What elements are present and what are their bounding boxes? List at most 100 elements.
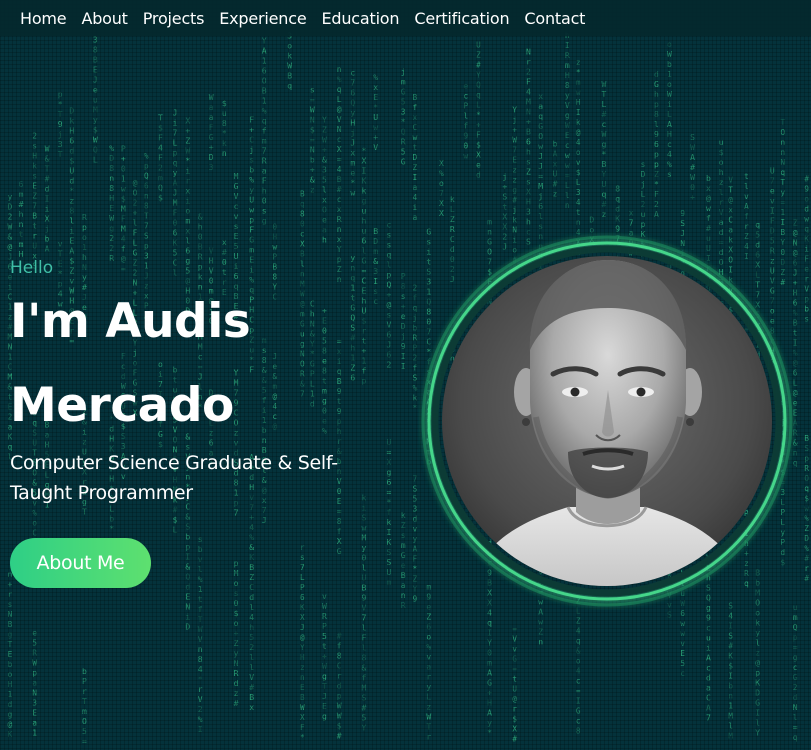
- svg-text:o: o: [576, 657, 581, 666]
- svg-text:#: #: [362, 704, 367, 713]
- svg-text:6: 6: [262, 67, 267, 76]
- svg-text:Z: Z: [526, 168, 531, 177]
- svg-text:O: O: [82, 717, 87, 726]
- svg-text:H: H: [32, 151, 37, 160]
- svg-text:c: c: [463, 91, 468, 100]
- svg-text:3: 3: [401, 108, 406, 117]
- svg-text:*: *: [350, 179, 355, 188]
- svg-text:j: j: [538, 192, 543, 201]
- svg-text:q: q: [300, 200, 305, 209]
- nav-projects-link[interactable]: Projects: [143, 9, 205, 28]
- svg-text:Y: Y: [337, 245, 342, 254]
- svg-text:Z: Z: [450, 215, 455, 224]
- svg-text:1: 1: [8, 690, 13, 699]
- svg-text:2: 2: [109, 234, 114, 243]
- svg-text:s: s: [234, 222, 239, 231]
- svg-text:q: q: [615, 195, 620, 204]
- svg-text:0: 0: [198, 232, 203, 241]
- svg-text:#: #: [602, 200, 607, 209]
- svg-text:D: D: [641, 170, 646, 179]
- svg-text:M: M: [362, 684, 367, 693]
- svg-text:n: n: [780, 148, 785, 157]
- svg-text:q: q: [804, 225, 809, 234]
- svg-text:E: E: [93, 66, 98, 75]
- svg-text:o: o: [185, 206, 190, 215]
- svg-text:B: B: [804, 434, 809, 443]
- svg-text:Y: Y: [262, 37, 267, 46]
- svg-text:o: o: [426, 633, 431, 642]
- svg-text:n: n: [19, 220, 24, 229]
- svg-text:q: q: [780, 168, 785, 177]
- svg-text:9: 9: [706, 614, 711, 623]
- svg-text:m: m: [262, 137, 267, 146]
- nav-certification-link[interactable]: Certification: [414, 9, 509, 28]
- svg-text:f: f: [337, 642, 342, 651]
- svg-text:8: 8: [654, 110, 659, 119]
- svg-text:x: x: [413, 113, 418, 122]
- svg-text:y: y: [780, 188, 785, 197]
- svg-text:q: q: [538, 112, 543, 121]
- svg-text:=: =: [793, 723, 798, 732]
- nav-home-link[interactable]: Home: [20, 9, 67, 28]
- svg-text:m: m: [19, 190, 24, 199]
- svg-text:M: M: [173, 198, 178, 207]
- svg-text:x: x: [350, 149, 355, 158]
- nav-education-link[interactable]: Education: [321, 9, 399, 28]
- svg-text:p: p: [654, 150, 659, 159]
- nav-experience-link[interactable]: Experience: [219, 9, 306, 28]
- svg-text:l: l: [362, 247, 367, 256]
- nav-about-link[interactable]: About: [81, 9, 128, 28]
- svg-text:L: L: [450, 205, 455, 214]
- svg-text:I: I: [401, 362, 406, 371]
- svg-text:p: p: [144, 162, 149, 171]
- svg-text:D: D: [373, 237, 378, 246]
- about-me-button[interactable]: About Me: [10, 538, 151, 588]
- svg-text:i: i: [185, 196, 190, 205]
- svg-text:I: I: [413, 173, 418, 182]
- svg-text:l: l: [362, 624, 367, 633]
- svg-text:c: c: [602, 120, 607, 129]
- svg-text:f: f: [121, 244, 126, 253]
- svg-text:x: x: [222, 238, 227, 247]
- svg-text:v: v: [234, 212, 239, 221]
- svg-text:B: B: [32, 211, 37, 220]
- svg-text:t: t: [512, 674, 517, 683]
- svg-text:z: z: [719, 178, 724, 187]
- svg-text:D: D: [804, 534, 809, 543]
- svg-text:V: V: [512, 634, 517, 643]
- svg-text:7: 7: [512, 146, 517, 155]
- svg-text:9: 9: [654, 130, 659, 139]
- svg-text:%: %: [413, 384, 418, 393]
- svg-text:W: W: [93, 136, 98, 145]
- svg-text:G: G: [487, 679, 492, 688]
- svg-text:w: w: [373, 123, 378, 132]
- svg-text:F: F: [249, 115, 254, 124]
- svg-text:k: k: [401, 511, 406, 520]
- svg-text:s: s: [249, 155, 254, 164]
- svg-text:A: A: [706, 654, 711, 663]
- svg-text:I: I: [401, 352, 406, 361]
- svg-text:u: u: [719, 138, 724, 147]
- svg-text:M: M: [234, 172, 239, 181]
- nav-contact-link[interactable]: Contact: [524, 9, 585, 28]
- svg-text:M: M: [121, 224, 126, 233]
- svg-text:T: T: [322, 682, 327, 691]
- svg-text:=: =: [780, 198, 785, 207]
- svg-text:e: e: [93, 86, 98, 95]
- svg-text:y: y: [173, 168, 178, 177]
- svg-text:A: A: [45, 244, 50, 253]
- svg-text:q: q: [262, 117, 267, 126]
- svg-text:i: i: [667, 100, 672, 109]
- svg-text:l: l: [322, 185, 327, 194]
- svg-text:t: t: [576, 208, 581, 217]
- svg-text:d: d: [249, 593, 254, 602]
- svg-text:R: R: [565, 51, 570, 60]
- svg-text:a: a: [209, 113, 214, 122]
- svg-text:7: 7: [144, 222, 149, 231]
- svg-text:w: w: [565, 151, 570, 160]
- svg-text:X: X: [512, 724, 517, 733]
- svg-text:+: +: [209, 143, 214, 152]
- svg-text:L: L: [426, 693, 431, 702]
- svg-text:U: U: [476, 40, 481, 49]
- svg-text:x: x: [553, 159, 558, 168]
